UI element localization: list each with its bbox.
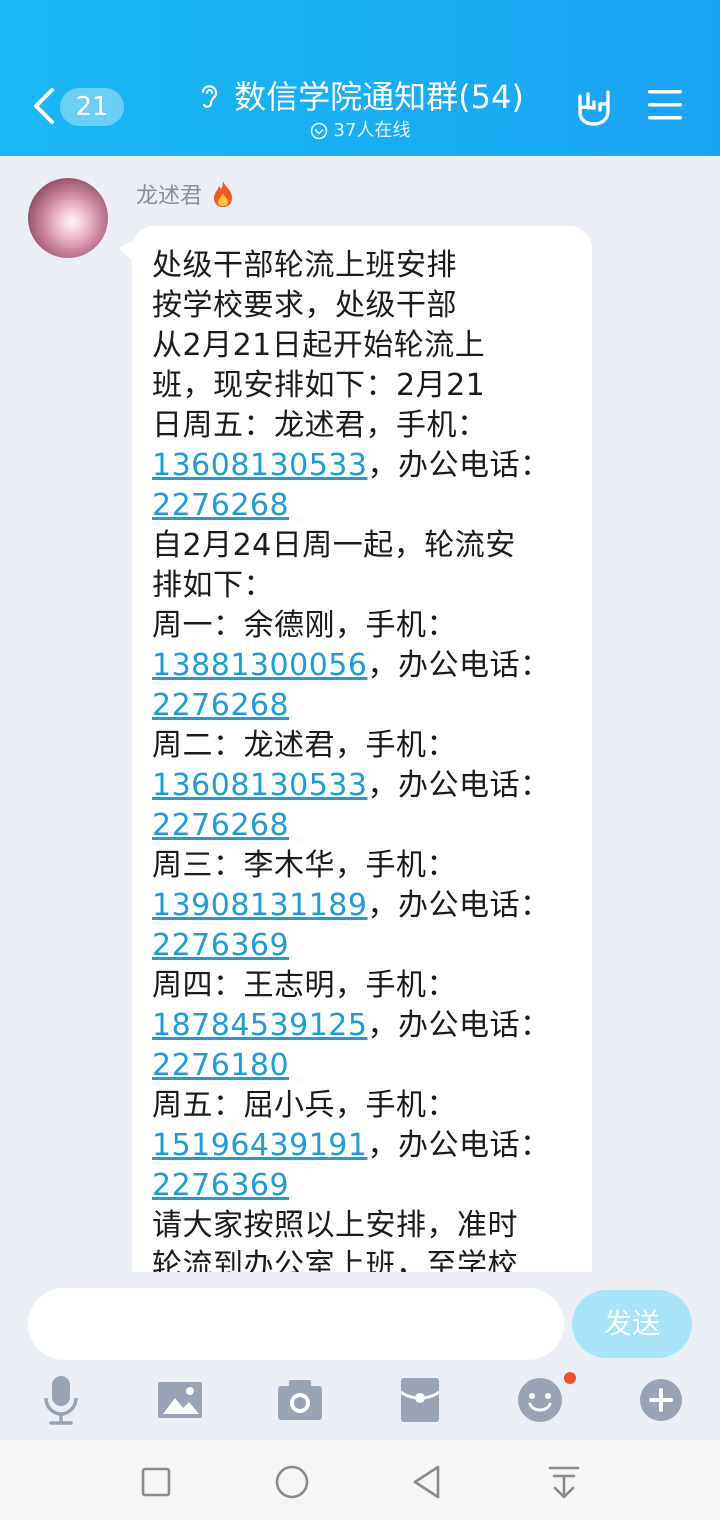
message-line: 周二：龙述君，手机： xyxy=(152,726,582,766)
phone-link[interactable]: 2276369 xyxy=(152,928,289,963)
phone-link[interactable]: 13908131189 xyxy=(152,888,367,923)
phone-link[interactable]: 2276268 xyxy=(152,808,289,843)
fire-icon xyxy=(214,181,233,207)
message-line-text: 按学校要求，处级干部 xyxy=(152,288,457,323)
message-line: 13608130533，办公电话： xyxy=(152,446,582,486)
notification-pull-icon[interactable] xyxy=(542,1460,586,1504)
back-icon[interactable] xyxy=(406,1460,450,1504)
phone-link[interactable]: 13881300056 xyxy=(152,648,367,683)
avatar[interactable] xyxy=(28,178,108,258)
message-line-text: 请大家按照以上安排，准时 xyxy=(152,1208,518,1243)
sender-name[interactable]: 龙述君 xyxy=(136,178,202,210)
message-line: 18784539125，办公电话： xyxy=(152,1006,582,1046)
message-line: 周四：王志明，手机： xyxy=(152,966,582,1006)
message-line: 13608130533，办公电话： xyxy=(152,766,582,806)
message-line: 15196439191，办公电话： xyxy=(152,1126,582,1166)
message-line-text: 日周五：龙述君，手机： xyxy=(152,408,488,443)
message-line: 轮流到办公室上班，至学校 xyxy=(152,1246,582,1272)
send-button[interactable]: 发送 xyxy=(572,1290,692,1358)
message-line: 自2月24日周一起，轮流安 xyxy=(152,526,582,566)
message-line: 2276369 xyxy=(152,926,582,966)
camera-icon[interactable] xyxy=(275,1372,325,1428)
phone-link[interactable]: 15196439191 xyxy=(152,1128,367,1163)
input-toolbar xyxy=(0,1372,720,1432)
message-line: 按学校要求，处级干部 xyxy=(152,286,582,326)
message-line-text: 周四：王志明，手机： xyxy=(152,968,457,1003)
message-line: 13908131189，办公电话： xyxy=(152,886,582,926)
recent-apps-icon[interactable] xyxy=(134,1460,178,1504)
message-text: 处级干部轮流上班安排 按学校要求，处级干部 从2月21日起开始轮流上 班，现安排如下：… xyxy=(132,226,592,1272)
plus-icon[interactable] xyxy=(636,1372,686,1428)
message-line-text: 处级干部轮流上班安排 xyxy=(152,248,457,283)
system-navbar xyxy=(0,1440,720,1520)
chat-header: 21 数信学院通知群(54) 37人在线 xyxy=(0,0,720,156)
red-packet-icon[interactable] xyxy=(395,1372,445,1428)
group-title[interactable]: 数信学院通知群(54) xyxy=(234,72,524,118)
message-line-text: 班，现安排如下：2月21 xyxy=(152,368,486,403)
phone-link[interactable]: 2276180 xyxy=(152,1048,289,1083)
message-input[interactable] xyxy=(28,1288,564,1360)
online-icon xyxy=(310,122,327,140)
ear-icon[interactable] xyxy=(196,80,222,110)
message-line: 周三：李木华，手机： xyxy=(152,846,582,886)
message-line-text: ，办公电话： xyxy=(367,648,551,683)
phone-link[interactable]: 13608130533 xyxy=(152,448,367,483)
message-line: 班，现安排如下：2月21 xyxy=(152,366,582,406)
message-line: 2276268 xyxy=(152,806,582,846)
message-line-text: 周一：余德刚，手机： xyxy=(152,608,457,643)
message-line: 13881300056，办公电话： xyxy=(152,646,582,686)
image-icon[interactable] xyxy=(155,1372,205,1428)
message-line-text: 周三：李木华，手机： xyxy=(152,848,457,883)
phone-link[interactable]: 2276268 xyxy=(152,688,289,723)
message-line-text: 周五：屈小兵，手机： xyxy=(152,1088,457,1123)
message-line-text: ，办公电话： xyxy=(367,768,551,803)
message-line: 请大家按照以上安排，准时 xyxy=(152,1206,582,1246)
message-line-text: ，办公电话： xyxy=(367,448,551,483)
message-line: 2276268 xyxy=(152,486,582,526)
rock-hand-icon[interactable] xyxy=(570,82,616,128)
message-line: 日周五：龙述君，手机： xyxy=(152,406,582,446)
sender-row: 龙述君 xyxy=(136,178,236,210)
phone-link[interactable]: 2276268 xyxy=(152,488,289,523)
message-line: 2276180 xyxy=(152,1046,582,1086)
message-line-text: ，办公电话： xyxy=(367,1128,551,1163)
message-line: 处级干部轮流上班安排 xyxy=(152,246,582,286)
message-line-text: ，办公电话： xyxy=(367,1008,551,1043)
message-line: 排如下： xyxy=(152,566,582,606)
phone-link[interactable]: 2276369 xyxy=(152,1168,289,1203)
phone-link[interactable]: 13608130533 xyxy=(152,768,367,803)
phone-link[interactable]: 18784539125 xyxy=(152,1008,367,1043)
message-line: 从2月21日起开始轮流上 xyxy=(152,326,582,366)
message-line-text: ，办公电话： xyxy=(367,888,551,923)
message-bubble[interactable]: 处级干部轮流上班安排 按学校要求，处级干部 从2月21日起开始轮流上 班，现安排如下：… xyxy=(132,226,592,1272)
message-line: 2276268 xyxy=(152,686,582,726)
message-line: 2276369 xyxy=(152,1166,582,1206)
message-line-text: 排如下： xyxy=(152,568,274,603)
message-line-text: 轮流到办公室上班，至学校 xyxy=(152,1248,518,1272)
menu-icon[interactable] xyxy=(646,88,684,122)
message-line-text: 自2月24日周一起，轮流安 xyxy=(152,528,516,563)
message-line-text: 从2月21日起开始轮流上 xyxy=(152,328,486,363)
message-line: 周五：屈小兵，手机： xyxy=(152,1086,582,1126)
message-line-text: 周二：龙述君，手机： xyxy=(152,728,457,763)
online-count: 37人在线 xyxy=(333,120,411,141)
home-icon[interactable] xyxy=(270,1460,314,1504)
message-line: 周一：余德刚，手机： xyxy=(152,606,582,646)
mic-icon[interactable] xyxy=(36,1372,86,1428)
emoji-icon[interactable] xyxy=(515,1372,565,1428)
emoji-notification-dot xyxy=(564,1372,576,1384)
